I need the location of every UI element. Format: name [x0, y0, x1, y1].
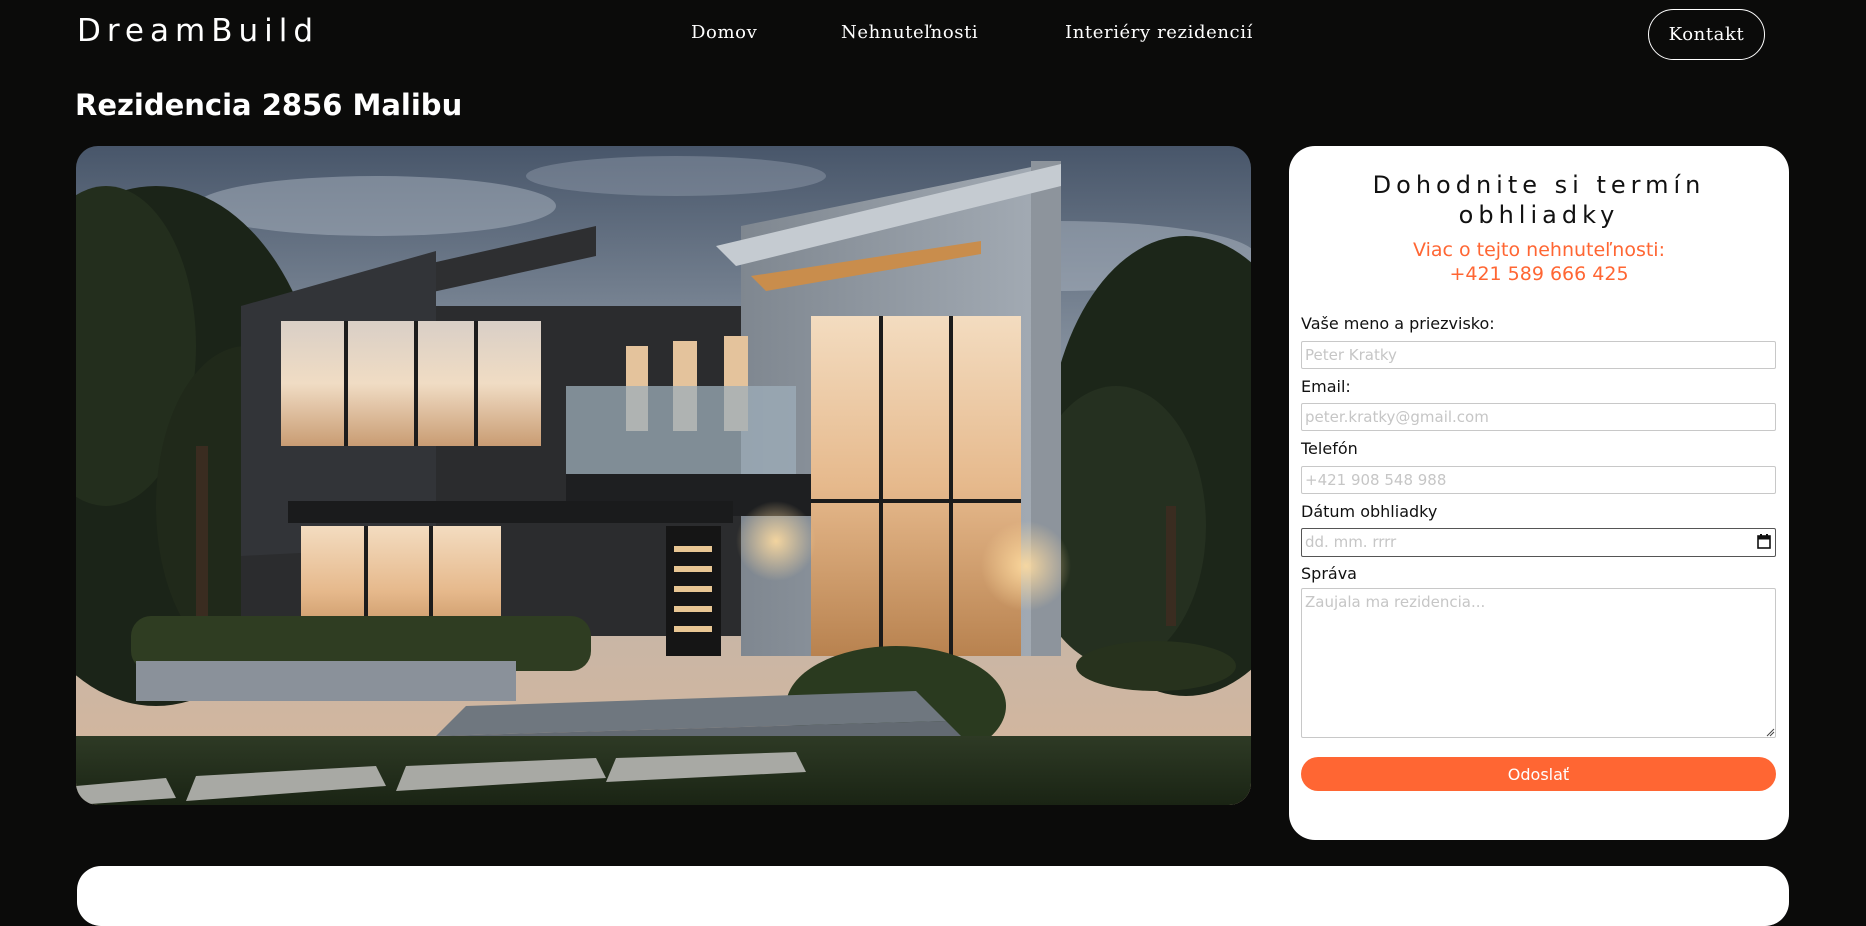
resize-handle-icon[interactable] — [1766, 728, 1775, 737]
top-navigation: DreamBuild Domov Nehnuteľnosti Interiéry… — [0, 0, 1866, 70]
phone-label: Telefón — [1301, 439, 1358, 458]
page-title: Rezidencia 2856 Malibu — [75, 88, 463, 122]
nav-item-domov[interactable]: Domov — [691, 22, 757, 43]
email-input[interactable] — [1301, 403, 1776, 431]
form-title: Dohodnite si termín obhliadky — [1372, 171, 1706, 229]
date-field[interactable] — [1301, 528, 1776, 557]
date-input[interactable] — [1302, 529, 1738, 555]
message-label: Správa — [1301, 564, 1357, 583]
date-label: Dátum obhliadky — [1301, 502, 1438, 521]
name-label: Vaše meno a priezvisko: — [1301, 314, 1495, 333]
phone-input[interactable] — [1301, 466, 1776, 494]
main-nav: Domov Nehnuteľnosti Interiéry rezidencií — [0, 22, 1866, 48]
property-hero-image — [76, 146, 1251, 805]
email-label: Email: — [1301, 377, 1351, 396]
name-input[interactable] — [1301, 341, 1776, 369]
contact-info-label: Viac o tejto nehnuteľnosti: — [1412, 239, 1665, 261]
contact-button[interactable]: Kontakt — [1648, 9, 1765, 60]
modern-house-illustration — [76, 146, 1251, 805]
message-textarea[interactable] — [1301, 588, 1776, 738]
nav-item-interiery[interactable]: Interiéry rezidencií — [1065, 22, 1253, 43]
calendar-icon[interactable] — [1757, 534, 1771, 549]
submit-button[interactable]: Odoslať — [1301, 757, 1776, 791]
contact-phone-number[interactable]: +421 589 666 425 — [1289, 262, 1789, 286]
next-section-card — [77, 866, 1789, 926]
viewing-request-form: Dohodnite si termín obhliadky Viac o tej… — [1289, 146, 1789, 840]
nav-item-nehnutelnosti[interactable]: Nehnuteľnosti — [841, 22, 978, 43]
property-contact-info: Viac o tejto nehnuteľnosti: +421 589 666… — [1289, 238, 1789, 286]
